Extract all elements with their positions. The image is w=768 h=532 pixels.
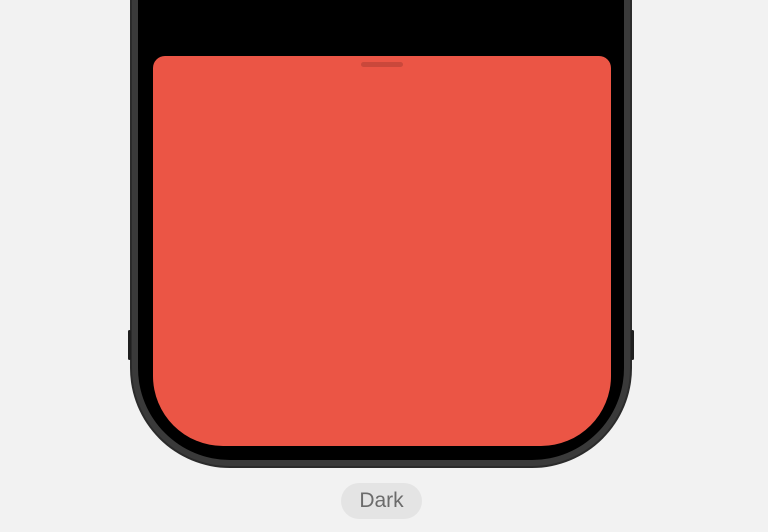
appearance-mode-badge: Dark	[341, 483, 422, 519]
side-button-right	[631, 330, 634, 360]
bottom-sheet[interactable]	[153, 56, 611, 446]
sheet-grabber-handle[interactable]	[361, 62, 403, 67]
side-button-left	[128, 330, 131, 360]
